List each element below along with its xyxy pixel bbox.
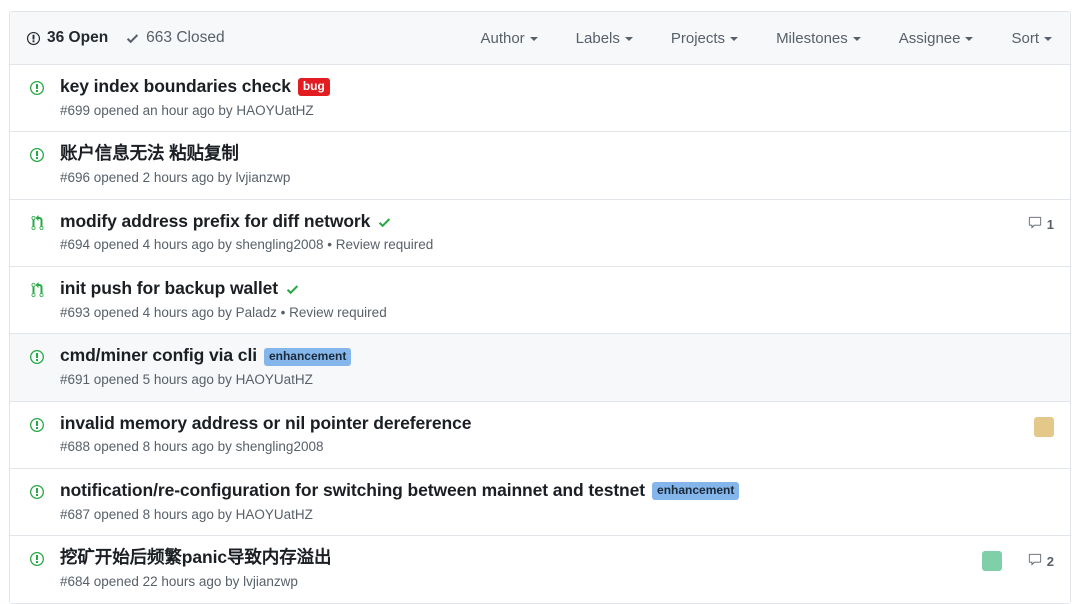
avatar[interactable] <box>981 551 1002 572</box>
closed-count-label: 663 Closed <box>146 29 225 46</box>
chevron-down-icon <box>730 37 739 41</box>
avatar[interactable] <box>1034 416 1054 437</box>
issue-opened-icon <box>26 412 48 433</box>
issue-title[interactable]: 账户信息无法 粘贴复制 <box>60 142 239 165</box>
chevron-down-icon <box>965 37 974 41</box>
issue-opened-icon <box>26 344 48 365</box>
issue-main: invalid memory address or nil pointer de… <box>60 412 1020 457</box>
issue-meta: #691 opened 5 hours ago by HAOYUatHZ <box>60 372 313 387</box>
issue-title-line: key index boundaries check bug <box>60 75 1040 98</box>
comment-count[interactable]: 1 <box>1028 216 1054 233</box>
dropdown-projects-label: Projects <box>670 29 726 47</box>
chevron-down-icon <box>529 37 538 41</box>
comment-count-value: 2 <box>1046 553 1054 569</box>
issue-title-line: invalid memory address or nil pointer de… <box>60 412 1020 435</box>
dropdown-author-label: Author <box>480 29 525 47</box>
comment-count[interactable]: 2 <box>1028 553 1054 570</box>
issue-title[interactable]: invalid memory address or nil pointer de… <box>60 412 471 435</box>
issue-meta: #693 opened 4 hours ago by Paladz • Revi… <box>60 304 387 320</box>
issue-meta: #694 opened 4 hours ago by shengling2008… <box>60 237 434 253</box>
dropdown-milestones[interactable]: Milestones <box>776 30 861 47</box>
issue-meta: #684 opened 22 hours ago by lvjianzwp <box>60 573 298 589</box>
issue-title-line: notification/re-configuration for switch… <box>60 479 1040 502</box>
dropdown-sort[interactable]: Sort <box>1011 30 1052 47</box>
issue-row[interactable]: 挖矿开始后频繁panic导致内存溢出 #684 opened 22 hours a… <box>10 536 1070 603</box>
issue-opened-icon <box>26 31 41 46</box>
comment-count-value: 1 <box>1046 217 1054 233</box>
issue-row[interactable]: key index boundaries check bug #699 opened… <box>10 65 1070 133</box>
issue-meta: #696 opened 2 hours ago by lvjianzwp <box>60 170 291 186</box>
open-count-label: 36 Open <box>47 29 109 46</box>
issue-title[interactable]: cmd/miner config via cli <box>60 344 257 367</box>
issue-title[interactable]: key index boundaries check <box>60 75 291 98</box>
filter-dropdowns: Author Labels Projects Milestones Assign… <box>480 30 1054 47</box>
issues-rows: key index boundaries check bug #699 opened… <box>10 65 1070 603</box>
issue-opened-icon <box>26 479 48 500</box>
issue-title-line: 账户信息无法 粘贴复制 <box>60 142 1040 165</box>
dropdown-sort-label: Sort <box>1011 29 1039 47</box>
state-filters: 36 Open 663 Closed <box>26 29 225 47</box>
dropdown-projects[interactable]: Projects <box>670 29 739 47</box>
issue-title-line: init push for backup wallet <box>60 277 1040 300</box>
dropdown-assignee[interactable]: Assignee <box>899 30 974 47</box>
issue-row[interactable]: modify address prefix for diff network #6… <box>10 199 1070 267</box>
issue-meta: #688 opened 8 hours ago by shengling2008 <box>60 439 324 455</box>
chevron-down-icon <box>1044 37 1052 41</box>
issue-opened-icon <box>26 75 48 96</box>
issue-title-line: cmd/miner config via cli enhancement <box>60 344 1040 367</box>
issue-label[interactable]: bug <box>297 78 330 97</box>
issue-label[interactable]: enhancement <box>263 347 352 366</box>
issue-row-right: 1 <box>1028 210 1054 236</box>
issue-main: 账户信息无法 粘贴复制 #696 opened 2 hours ago by lv… <box>60 142 1040 187</box>
issue-meta: #687 opened 8 hours ago by HAOYUatHZ <box>60 506 313 522</box>
issue-row[interactable]: init push for backup wallet #693 opened 4… <box>10 266 1070 335</box>
issue-row[interactable]: cmd/miner config via cli enhancement #691 … <box>10 334 1070 402</box>
status-check-icon <box>285 282 300 297</box>
issue-opened-icon <box>26 546 48 567</box>
issue-row[interactable]: notification/re-configuration for switch… <box>10 468 1070 537</box>
issue-title[interactable]: notification/re-configuration for switch… <box>60 479 645 502</box>
issue-row-right: 2 <box>981 546 1054 572</box>
dropdown-labels-label: Labels <box>575 29 620 47</box>
issue-main: notification/re-configuration for switch… <box>60 479 1040 524</box>
issues-list-header: 36 Open 663 Closed Author Labels Project… <box>10 12 1070 65</box>
comment-icon <box>1028 553 1042 570</box>
issue-title[interactable]: init push for backup wallet <box>60 277 278 300</box>
git-pull-request-icon <box>26 210 48 231</box>
issue-main: cmd/miner config via cli enhancement #691 … <box>60 344 1040 389</box>
issue-row[interactable]: invalid memory address or nil pointer de… <box>10 401 1070 469</box>
issue-main: 挖矿开始后频繁panic导致内存溢出 #684 opened 22 hours a… <box>60 546 968 591</box>
issue-main: modify address prefix for diff network #6… <box>60 210 1014 255</box>
issue-row[interactable]: 账户信息无法 粘贴复制 #696 opened 2 hours ago by lv… <box>10 132 1070 200</box>
chevron-down-icon <box>624 37 633 41</box>
filter-open-issues[interactable]: 36 Open <box>26 29 108 47</box>
check-icon <box>125 31 140 46</box>
issue-opened-icon <box>26 142 48 163</box>
git-pull-request-icon <box>26 277 48 298</box>
issue-title-line: modify address prefix for diff network <box>60 210 1014 233</box>
issue-label[interactable]: enhancement <box>652 482 740 501</box>
issues-list-container: 36 Open 663 Closed Author Labels Project… <box>9 11 1071 604</box>
issue-meta: #699 opened an hour ago by HAOYUatHZ <box>60 102 314 118</box>
filter-closed-issues[interactable]: 663 Closed <box>125 29 225 47</box>
issue-row-right <box>1034 412 1054 438</box>
status-check-icon <box>377 215 392 230</box>
comment-icon <box>1028 216 1042 233</box>
issue-main: key index boundaries check bug #699 opened… <box>60 75 1040 120</box>
chevron-down-icon <box>852 37 861 41</box>
dropdown-assignee-label: Assignee <box>898 29 961 47</box>
dropdown-author[interactable]: Author <box>480 29 538 47</box>
dropdown-labels[interactable]: Labels <box>576 30 633 47</box>
issue-title[interactable]: modify address prefix for diff network <box>60 210 370 233</box>
issue-main: init push for backup wallet #693 opened 4… <box>60 277 1040 322</box>
dropdown-milestones-label: Milestones <box>776 29 848 47</box>
